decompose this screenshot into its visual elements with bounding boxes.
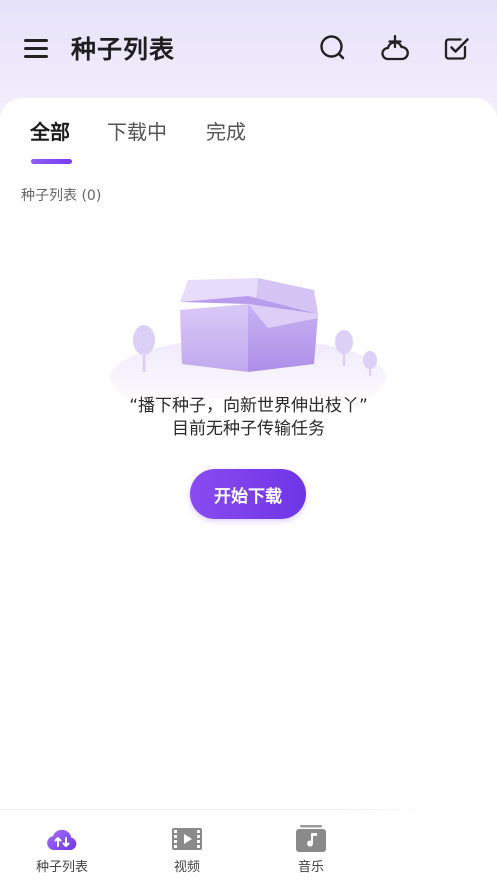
menu-icon-line	[24, 47, 48, 50]
nav-item-video[interactable]: 视频	[137, 810, 237, 885]
tab-all[interactable]: 全部	[30, 116, 70, 145]
nav-label: 音乐	[297, 860, 324, 875]
empty-message: 目前无种子传输任务	[172, 419, 325, 439]
bottom-navigation: 种子列表 视频 音乐	[0, 809, 497, 885]
music-icon	[296, 825, 326, 852]
app-header: 种子列表	[0, 0, 497, 98]
nav-item-music[interactable]: 音乐	[261, 810, 361, 885]
menu-icon-line	[24, 55, 48, 58]
slogan-line: “播下种子，向新世界伸出枝丫”	[129, 396, 368, 416]
cloud-add-icon	[381, 34, 409, 61]
tab-completed[interactable]: 完成	[206, 116, 246, 145]
search-icon	[320, 35, 345, 60]
nav-item-seed-list[interactable]: 种子列表	[12, 810, 112, 885]
nav-label: 种子列表	[35, 860, 88, 875]
tab-downloading[interactable]: 下载中	[107, 116, 167, 145]
search-button[interactable]	[318, 33, 348, 63]
start-download-button[interactable]: 开始下载	[190, 469, 306, 519]
page-title: 种子列表	[71, 35, 176, 64]
menu-button[interactable]	[22, 34, 50, 62]
video-icon	[172, 828, 202, 850]
menu-icon	[24, 39, 48, 42]
checkbox-icon	[444, 38, 469, 60]
empty-state-text: “播下种子，向新世界伸出枝丫” 目前无种子传输任务	[0, 395, 497, 441]
seed-cloud-icon	[47, 829, 77, 850]
tab-indicator	[31, 159, 72, 164]
list-count-label: 种子列表 (0)	[21, 188, 102, 204]
empty-box-illustration	[110, 278, 386, 398]
tab-bar: 全部 下载中 完成	[0, 116, 497, 176]
add-task-button[interactable]	[380, 33, 410, 63]
nav-label: 视频	[173, 860, 200, 875]
select-button[interactable]	[442, 33, 472, 63]
